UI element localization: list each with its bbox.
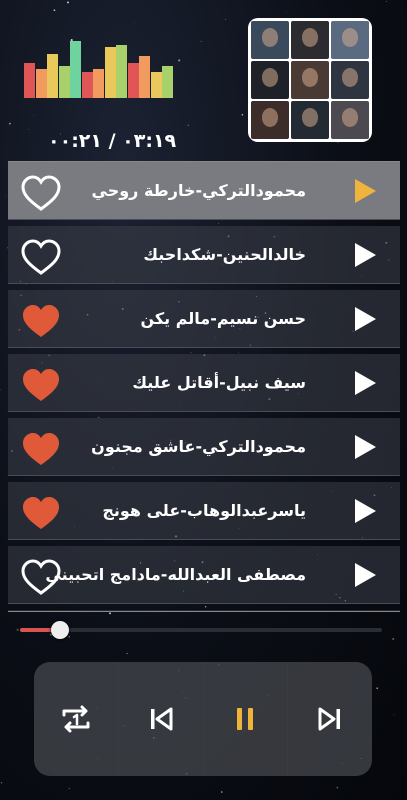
play-icon[interactable] [352,178,378,204]
previous-icon [150,707,173,731]
artist-photo [291,21,329,59]
playlist-row[interactable]: علي عرنوص-علاقتي الاولى [8,610,400,611]
play-icon[interactable] [352,434,378,460]
equalizer-visualizer [24,40,182,98]
playlist-row[interactable]: ياسرعبدالوهاب-على هونج [8,482,400,540]
heart-outline-icon[interactable] [20,239,62,275]
song-title: محمودالتركي-عاشق مجنون [91,437,306,456]
artist-photo [291,101,329,139]
heart-filled-icon[interactable] [20,431,62,467]
equalizer-bar [93,69,104,98]
artist-photo [331,21,369,59]
artist-photo [251,21,289,59]
artist-photo [251,101,289,139]
heart-outline-icon[interactable] [20,175,62,211]
heart-filled-icon[interactable] [20,495,62,531]
pause-button[interactable] [204,662,289,776]
play-icon[interactable] [352,242,378,268]
playlist-row[interactable]: مصطفى العبدالله-مادامج اتحبيني [8,546,400,604]
equalizer-bar [81,72,93,98]
song-title: محمودالتركي-خارطة روحي [91,181,306,200]
song-title: سيف نبيل-أقاتل عليك [132,373,306,392]
heart-filled-icon[interactable] [20,367,62,403]
playlist-row[interactable]: خالدالحنين-شكداحبك [8,226,400,284]
play-icon[interactable] [352,562,378,588]
play-icon[interactable] [352,498,378,524]
playback-controls [34,662,372,776]
equalizer-bar [104,47,116,98]
artist-photo [291,61,329,99]
equalizer-bar [58,66,70,98]
song-title: ياسرعبدالوهاب-على هونج [102,501,306,520]
elapsed-time-label: ٠٣:١٩ / ٠٠:٢١ [48,130,177,152]
artist-photo [331,101,369,139]
heart-filled-icon[interactable] [20,303,62,339]
equalizer-bar [70,41,81,98]
playlist-row[interactable]: سيف نبيل-أقاتل عليك [8,354,400,412]
equalizer-bar [24,63,35,98]
equalizer-bar [47,54,58,98]
play-icon[interactable] [352,306,378,332]
artist-photo [251,61,289,99]
artist-photo [331,61,369,99]
progress-knob[interactable] [51,621,69,639]
song-title: حسن نسيم-مالم يكن [140,309,306,328]
next-button[interactable] [288,662,372,776]
progress-track[interactable] [20,628,382,632]
equalizer-bar [139,56,150,98]
repeat-one-icon [62,705,90,733]
playlist-row[interactable]: حسن نسيم-مالم يكن [8,290,400,348]
song-title: مصطفى العبدالله-مادامج اتحبيني [45,565,306,584]
artist-collage-image [248,18,372,142]
song-title: علي عرنوص-علاقتي الاولى [90,610,306,611]
next-icon [318,707,341,731]
equalizer-bar [162,66,173,98]
equalizer-bar [127,63,139,98]
playlist[interactable]: محمودالتركي-خارطة روحي خالدالحنين-شكداحبك… [8,161,400,612]
play-icon[interactable] [352,370,378,396]
repeat-one-button[interactable] [34,662,119,776]
playlist-row[interactable]: محمودالتركي-عاشق مجنون [8,418,400,476]
equalizer-bar [35,69,47,98]
equalizer-bar [116,45,127,98]
pause-icon [237,708,254,730]
song-title: خالدالحنين-شكداحبك [143,245,306,264]
equalizer-bar [150,72,162,98]
previous-button[interactable] [119,662,204,776]
playlist-row[interactable]: محمودالتركي-خارطة روحي [8,162,400,220]
